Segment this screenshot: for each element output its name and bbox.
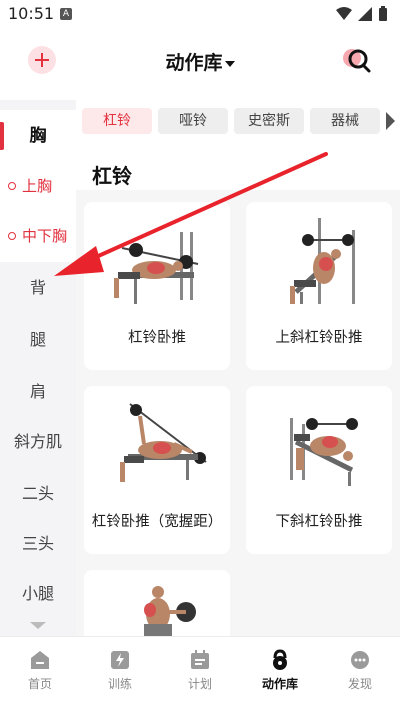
battery-icon: [379, 6, 387, 21]
wifi-icon: [336, 7, 352, 20]
nav-label: 发现: [347, 677, 372, 691]
exercise-card-decline-barbell-bench-press[interactable]: 下斜杠铃卧推: [246, 386, 392, 554]
equipment-tabs: 杠铃 哑铃 史密斯 器械: [82, 108, 400, 136]
nav-exercise-library[interactable]: 动作库: [240, 649, 320, 692]
bottom-nav: 首页 训练 计划 动作库 发现: [0, 636, 400, 711]
chevron-down-icon[interactable]: [30, 622, 46, 629]
nav-training[interactable]: 训练: [80, 649, 160, 692]
sidebar-item-lower-chest[interactable]: 中下胸: [0, 210, 76, 262]
chevron-right-icon[interactable]: [386, 112, 395, 130]
exercise-name: 下斜杠铃卧推: [275, 514, 363, 530]
exercise-name: 杠铃卧推（宽握距）: [91, 514, 223, 530]
exercise-illustration: [144, 586, 196, 636]
exercise-name: 上斜杠铃卧推: [275, 330, 363, 346]
nav-discover[interactable]: 发现: [320, 649, 400, 692]
exercise-illustration: [290, 218, 355, 304]
exercise-card-wide-grip-barbell-bench-press[interactable]: 杠铃卧推（宽握距）: [84, 386, 230, 554]
status-time: 10:51: [8, 4, 55, 23]
sidebar-item-chest[interactable]: 胸: [0, 110, 76, 162]
dot-icon: [8, 182, 16, 190]
exercise-card-barbell-bench-press[interactable]: 杠铃卧推: [84, 202, 230, 370]
exercise-illustration: [120, 403, 207, 482]
nav-label: 训练: [107, 677, 132, 691]
dot-icon: [8, 232, 16, 240]
nav-label: 计划: [187, 677, 212, 691]
sidebar-item-legs[interactable]: 腿: [0, 314, 76, 366]
exercise-card-incline-barbell-bench-press[interactable]: 上斜杠铃卧推: [246, 202, 392, 370]
kettlebell-icon: [273, 649, 287, 670]
nav-label: 首页: [27, 677, 52, 691]
sidebar-item-shoulders[interactable]: 肩: [0, 366, 76, 418]
sidebar-item-label: 二头: [21, 484, 54, 503]
exercise-card[interactable]: [84, 570, 230, 636]
tab-dumbbell[interactable]: 哑铃: [158, 108, 228, 134]
sidebar-item-label: 背: [29, 278, 46, 297]
section-title: 杠铃: [92, 164, 132, 188]
tab-label: 哑铃: [179, 113, 207, 129]
tab-machine[interactable]: 器械: [310, 108, 380, 134]
sidebar-item-label: 斜方肌: [13, 432, 62, 451]
sidebar-item-label: 胸: [29, 126, 47, 146]
home-icon: [31, 651, 49, 669]
chat-icon: [351, 651, 369, 669]
nav-home[interactable]: 首页: [0, 649, 80, 692]
tab-label: 杠铃: [103, 113, 131, 129]
page-title: 动作库: [165, 52, 223, 74]
exercise-illustration: [114, 232, 199, 304]
nav-plan[interactable]: 计划: [160, 649, 240, 692]
tab-label: 器械: [331, 113, 359, 129]
sidebar-item-back[interactable]: 背: [0, 262, 76, 314]
sidebar-item-label: 小腿: [21, 584, 54, 603]
page-title-dropdown[interactable]: 动作库: [0, 48, 400, 75]
tab-label: 史密斯: [248, 113, 290, 129]
sidebar-item-traps[interactable]: 斜方肌: [0, 416, 76, 468]
exercise-illustration: [290, 418, 358, 486]
sidebar-item-label: 中下胸: [22, 227, 68, 245]
exercise-name: 杠铃卧推: [128, 330, 186, 346]
app-header: 动作库: [0, 28, 400, 92]
sidebar-item-label: 上胸: [22, 177, 53, 195]
tab-barbell[interactable]: 杠铃: [82, 108, 152, 134]
signal-icon: [358, 7, 372, 21]
lightning-icon: [111, 651, 129, 669]
sidebar-item-biceps[interactable]: 二头: [0, 468, 76, 520]
sidebar-item-label: 三头: [21, 534, 54, 553]
sidebar-item-upper-chest[interactable]: 上胸: [0, 162, 76, 210]
status-icons: [336, 6, 388, 22]
nav-label: 动作库: [261, 677, 298, 691]
chevron-down-icon: [224, 60, 235, 67]
notification-icon: A: [60, 8, 72, 20]
sidebar-item-calves[interactable]: 小腿: [0, 568, 76, 620]
status-bar: 10:51 A: [0, 0, 400, 28]
sidebar-item-triceps[interactable]: 三头: [0, 518, 76, 570]
sidebar-item-label: 肩: [29, 382, 46, 401]
calendar-icon: [191, 650, 209, 669]
body-part-sidebar: 胸 上胸 中下胸 背 腿 肩 斜方肌 二头 三头 小腿: [0, 100, 76, 636]
search-icon[interactable]: [342, 46, 372, 74]
tab-smith[interactable]: 史密斯: [234, 108, 304, 134]
active-indicator: [0, 122, 4, 150]
sidebar-item-label: 腿: [29, 330, 46, 349]
